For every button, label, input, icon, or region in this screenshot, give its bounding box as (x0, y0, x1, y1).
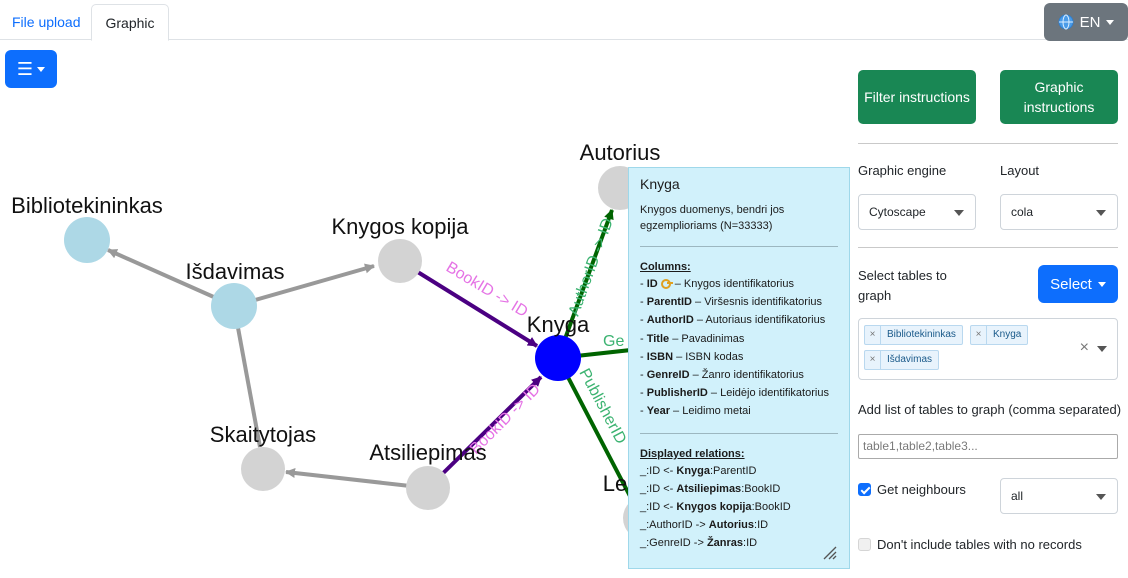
filter-instructions-button[interactable]: Filter instructions (858, 70, 976, 124)
remove-chip-icon[interactable]: × (865, 326, 881, 344)
node-label: Atsiliepimas (369, 440, 486, 465)
resize-handle-icon[interactable] (821, 544, 837, 560)
node-atsiliepimas[interactable] (406, 466, 450, 510)
clear-all-icon[interactable]: × (1080, 339, 1089, 357)
globe-icon (1058, 14, 1074, 30)
node-label: Bibliotekininkas (11, 193, 163, 218)
tooltip-description: Knygos duomenys, bendri jos egzemplioria… (640, 204, 785, 232)
graphic-engine-select[interactable]: Cytoscape (858, 194, 976, 230)
relation-row: _:ID <- Atsiliepimas:BookID (640, 482, 781, 495)
edge-label: AuthorID -> ID (566, 216, 617, 318)
column-row: - ID – Knygos identifikatorius (640, 278, 794, 290)
column-row: - ISBN – ISBN kodas (640, 350, 744, 363)
selected-tables-multiselect[interactable]: × Bibliotekininkas × Knyga × Išdavimas × (858, 318, 1118, 380)
no-records-checkbox[interactable] (858, 538, 871, 551)
node-knygos-kopija[interactable] (378, 239, 422, 283)
node-label: Knyga (527, 312, 590, 337)
table-list-input[interactable]: table1,table2,table3... (858, 434, 1118, 459)
language-dropdown-button[interactable]: EN (1044, 3, 1128, 41)
chevron-down-icon[interactable] (1097, 346, 1107, 352)
table-chip: × Bibliotekininkas (864, 325, 963, 345)
node-tooltip: Knyga Knygos duomenys, bendri jos egzemp… (628, 167, 850, 569)
node-bibliotekininkas[interactable] (64, 217, 110, 263)
get-neighbours-label: Get neighbours (877, 482, 966, 497)
column-row: - Year – Leidimo metai (640, 405, 751, 418)
no-records-label: Don't include tables with no records (877, 537, 1082, 552)
divider (640, 432, 838, 434)
divider (858, 143, 1118, 144)
node-label: Išdavimas (185, 259, 284, 284)
chevron-down-icon (1097, 281, 1106, 287)
tab-graphic[interactable]: Graphic (91, 4, 169, 41)
column-row: - PublisherID – Leidėjo identifikatorius (640, 387, 829, 400)
tab-bar: File upload Graphic (0, 0, 1128, 41)
layout-label: Layout (1000, 163, 1040, 178)
divider (640, 246, 838, 247)
node-skaitytojas[interactable] (241, 447, 285, 491)
chevron-down-icon (1106, 19, 1115, 25)
relation-row: _:ID <- Knyga:ParentID (640, 464, 757, 477)
columns-heading: Columns: (640, 261, 691, 273)
node-isdavimas[interactable] (211, 283, 257, 329)
hamburger-icon: ☰ (16, 58, 34, 79)
node-label: Skaitytojas (210, 422, 316, 447)
chevron-down-icon (1096, 210, 1106, 216)
layout-select[interactable]: cola (1000, 194, 1118, 230)
node-knyga[interactable] (535, 335, 581, 381)
node-label: Knygos kopija (332, 214, 470, 239)
menu-dropdown-button[interactable]: ☰ (5, 50, 57, 88)
divider (858, 247, 1118, 248)
table-chip: × Išdavimas (864, 350, 940, 370)
node-label: Autorius (580, 140, 661, 165)
edge-label: BookID -> ID (443, 259, 531, 321)
node-label: Le (603, 471, 627, 496)
remove-chip-icon[interactable]: × (865, 351, 881, 369)
select-tables-label: Select tables to graph (858, 268, 947, 303)
get-neighbours-checkbox[interactable] (858, 483, 871, 496)
remove-chip-icon[interactable]: × (971, 326, 987, 344)
chevron-down-icon (1096, 494, 1106, 500)
relation-row: _:GenreID -> Žanras:ID (640, 537, 758, 550)
column-row: - GenreID – Žanro identifikatorius (640, 369, 804, 382)
relation-row: _:AuthorID -> Autorius:ID (640, 519, 769, 532)
graphic-engine-label: Graphic engine (858, 163, 947, 178)
relations-heading: Displayed relations: (640, 447, 745, 460)
key-icon (660, 279, 673, 289)
chevron-down-icon (37, 66, 46, 72)
add-list-label: Add list of tables to graph (comma separ… (858, 402, 1122, 417)
select-tables-button[interactable]: Select (1038, 265, 1118, 303)
chevron-down-icon (954, 210, 964, 216)
graphic-instructions-button[interactable]: Graphic instructions (1000, 70, 1118, 124)
column-row: - AuthorID – Autoriaus identifikatorius (640, 314, 826, 327)
column-row: - ParentID – Viršesnis identifikatorius (640, 296, 823, 309)
neighbours-select[interactable]: all (1000, 478, 1118, 514)
tooltip-title: Knyga (640, 176, 680, 192)
language-label: EN (1079, 13, 1101, 31)
column-row: - Title – Pavadinimas (640, 332, 745, 345)
edge-label: Ge (603, 333, 624, 350)
relation-row: _:ID <- Knygos kopija:BookID (640, 501, 791, 514)
table-chip: × Knyga (970, 325, 1029, 345)
tab-file-upload[interactable]: File upload (0, 4, 93, 40)
